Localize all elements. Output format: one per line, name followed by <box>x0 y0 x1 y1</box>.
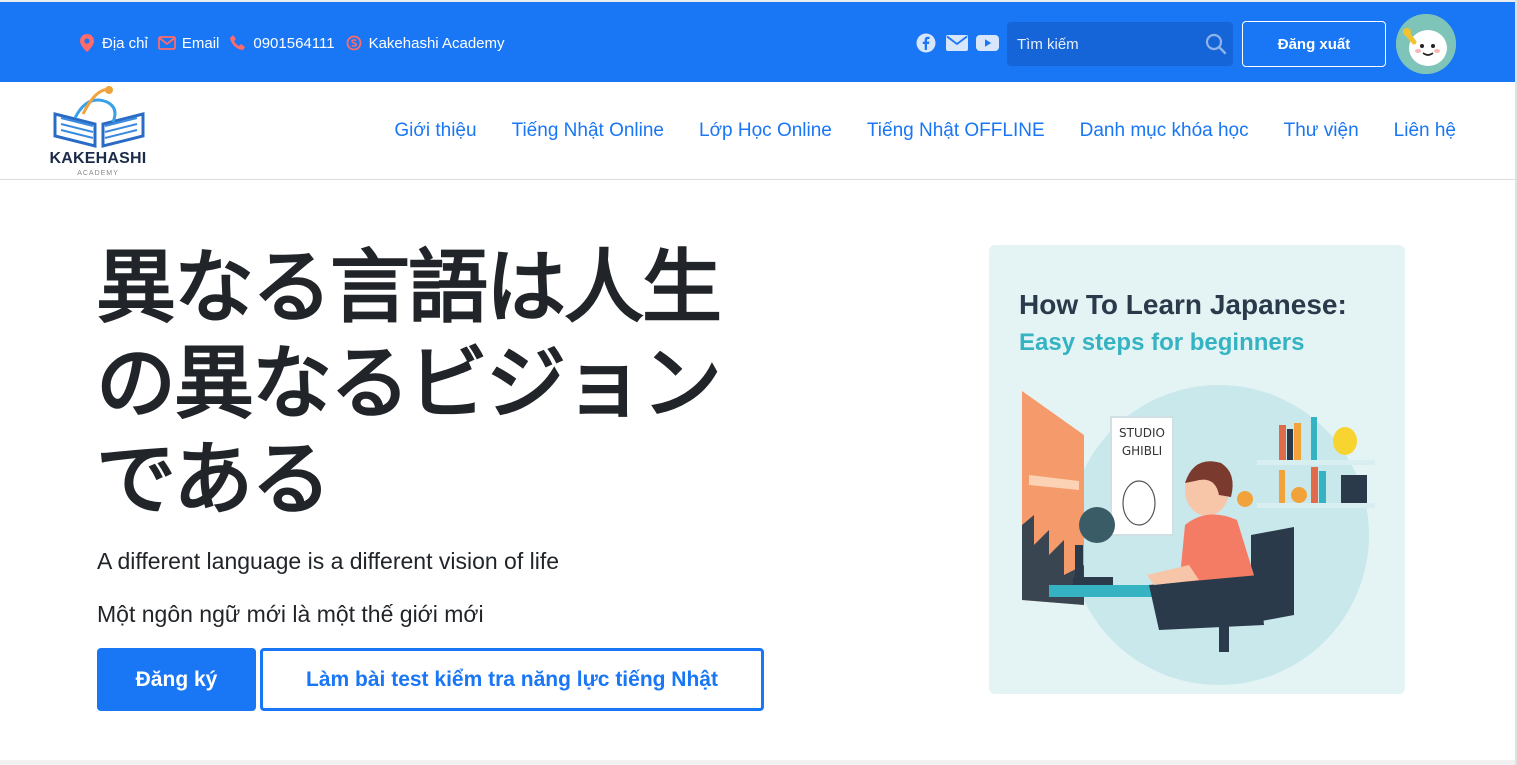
hero-headline-line-2: の異なるビジョン <box>96 337 722 430</box>
contact-skype[interactable]: Kakehashi Academy <box>345 34 505 52</box>
logo[interactable]: KAKEHASHI ACADEMY <box>47 84 149 179</box>
logout-button[interactable]: Đăng xuất <box>1242 21 1386 67</box>
hero-subtitle-vi: Một ngôn ngữ mới là một thế giới mới <box>97 601 484 627</box>
register-button[interactable]: Đăng ký <box>97 648 256 711</box>
book-logo-icon <box>53 86 145 148</box>
map-pin-icon <box>78 34 96 52</box>
avatar-image <box>1396 14 1456 74</box>
search-box <box>1007 22 1233 66</box>
contact-email-label: Email <box>181 34 220 52</box>
nav-item-gioi-thieu[interactable]: Giới thiệu <box>394 120 476 142</box>
contact-address[interactable]: Địa chỉ <box>78 34 148 52</box>
illustration-subtitle: Easy steps for beginners <box>1019 329 1305 356</box>
nav-item-lien-he[interactable]: Liên hệ <box>1394 120 1456 142</box>
nav-item-danh-muc-khoa-hoc[interactable]: Danh mục khóa học <box>1080 120 1249 142</box>
poster-text-ghibli: GHIBLI <box>1122 444 1162 458</box>
contact-address-label: Địa chỉ <box>102 34 148 52</box>
hero-headline-line-1: 異なる言語は人生 <box>96 241 722 334</box>
top-bar: Địa chỉ Email 0901564111 Kakehashi Acade… <box>0 0 1517 82</box>
japanese-test-button[interactable]: Làm bài test kiểm tra năng lực tiếng Nhậ… <box>260 648 764 711</box>
contact-email[interactable]: Email <box>157 34 220 52</box>
main-menu: Giới thiệu Tiếng Nhật Online Lớp Học Onl… <box>359 82 1456 180</box>
avatar[interactable] <box>1396 14 1456 74</box>
hero-subtitle-en: A different language is a different visi… <box>97 548 560 574</box>
hero-headline-line-3: である <box>96 433 331 526</box>
social-links <box>914 33 999 53</box>
contact-info: Địa chỉ Email 0901564111 Kakehashi Acade… <box>78 2 515 84</box>
email-icon <box>157 34 176 52</box>
envelope-icon[interactable] <box>945 33 968 53</box>
page-bottom-divider <box>0 760 1517 765</box>
youtube-icon[interactable] <box>976 33 999 53</box>
skype-icon <box>345 34 363 52</box>
nav-item-lop-hoc-online[interactable]: Lớp Học Online <box>699 120 832 142</box>
nav-item-tieng-nhat-online[interactable]: Tiếng Nhật Online <box>512 120 664 142</box>
search-icon[interactable] <box>1205 33 1227 55</box>
contact-phone[interactable]: 0901564111 <box>229 34 335 52</box>
phone-icon <box>229 34 247 52</box>
facebook-icon[interactable] <box>914 33 937 53</box>
poster-text-studio: STUDIO <box>1119 426 1165 440</box>
hero-illustration: STUDIO GHIBLI How To Learn Japanese: Eas… <box>989 245 1405 694</box>
search-input[interactable] <box>1007 22 1197 66</box>
logo-brand-text: KAKEHASHI <box>49 150 147 167</box>
hero-headline: 異なる言語は人生 の異なるビジョン である <box>96 240 786 528</box>
nav-item-tieng-nhat-offline[interactable]: Tiếng Nhật OFFLINE <box>867 120 1045 142</box>
contact-phone-label: 0901564111 <box>253 34 335 52</box>
logo-sub-text: ACADEMY <box>77 170 119 177</box>
contact-skype-label: Kakehashi Academy <box>368 34 505 52</box>
illustration-title: How To Learn Japanese: <box>1019 289 1347 320</box>
nav-item-thu-vien[interactable]: Thư viện <box>1284 120 1359 142</box>
